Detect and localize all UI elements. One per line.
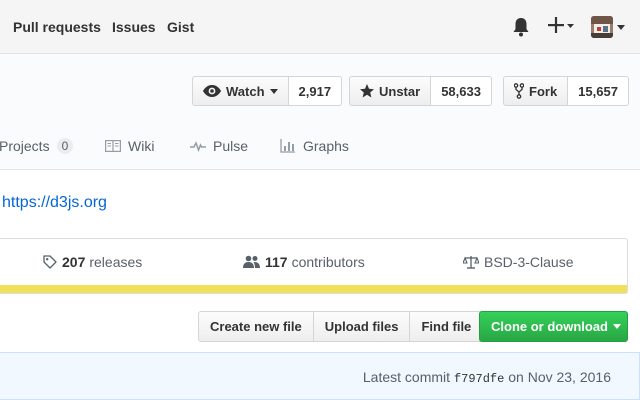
book-icon — [105, 140, 121, 152]
clone-label: Clone or download — [491, 319, 608, 334]
contributors-label: contributors — [291, 254, 365, 270]
homepage-link[interactable]: https://d3js.org — [2, 194, 107, 212]
eye-icon — [203, 85, 221, 97]
pulse-icon — [190, 141, 206, 152]
license-link[interactable]: BSD-3-Clause — [463, 254, 573, 270]
upload-files-button[interactable]: Upload files — [312, 311, 411, 342]
tab-graphs-label: Graphs — [303, 138, 349, 154]
file-navigation: Create new file Upload files Find file — [198, 311, 484, 342]
language-bar[interactable] — [0, 285, 627, 293]
contributors-count: 117 — [265, 254, 288, 270]
watch-button[interactable]: Watch — [192, 76, 289, 106]
releases-label: releases — [89, 254, 143, 270]
nav-issues[interactable]: Issues — [112, 19, 156, 35]
top-header: Pull requests Issues Gist — [0, 0, 640, 54]
releases-count: 207 — [62, 254, 86, 270]
fork-icon — [514, 83, 524, 99]
fork-group: Fork 15,657 — [503, 76, 629, 106]
repository-header: Watch 2,917 Unstar 58,633 Fork 15,657 Pr… — [0, 54, 640, 170]
find-file-button[interactable]: Find file — [409, 311, 484, 342]
nav-pull-requests[interactable]: Pull requests — [13, 19, 101, 35]
notifications-bell-icon[interactable] — [512, 17, 530, 37]
stargazers-count[interactable]: 58,633 — [431, 76, 492, 106]
commit-sha-link[interactable]: f797dfe — [454, 372, 504, 386]
caret-down-icon — [613, 324, 621, 329]
unstar-label: Unstar — [379, 83, 421, 99]
tab-wiki-label: Wiki — [128, 138, 155, 154]
star-icon — [360, 84, 374, 98]
caret-down-icon — [269, 88, 278, 94]
avatar — [591, 16, 613, 38]
user-menu-dropdown[interactable] — [591, 16, 627, 38]
star-group: Unstar 58,633 — [349, 76, 492, 106]
tag-icon — [43, 255, 57, 269]
clone-or-download-button[interactable]: Clone or download — [479, 311, 628, 342]
tab-wiki[interactable]: Wiki — [105, 138, 154, 154]
nav-gist[interactable]: Gist — [167, 19, 194, 35]
tab-pulse-label: Pulse — [213, 138, 249, 154]
fork-label: Fork — [529, 83, 558, 99]
fork-button[interactable]: Fork — [503, 76, 569, 106]
create-new-file-button[interactable]: Create new file — [198, 311, 314, 342]
license-label: BSD-3-Clause — [484, 254, 574, 270]
watchers-count[interactable]: 2,917 — [288, 76, 343, 106]
unstar-button[interactable]: Unstar — [349, 76, 432, 106]
latest-commit: Latest commit f797dfe on Nov 23, 2016 — [363, 369, 611, 386]
tab-projects[interactable]: Projects 0 — [0, 138, 74, 154]
commit-on-label: on — [508, 369, 524, 385]
contributors-link[interactable]: 117 contributors — [243, 254, 365, 270]
commit-date: Nov 23, 2016 — [527, 369, 611, 385]
people-icon — [243, 255, 260, 268]
tab-graphs[interactable]: Graphs — [280, 138, 349, 154]
forks-count[interactable]: 15,657 — [568, 76, 629, 106]
law-icon — [463, 256, 479, 269]
projects-count-badge: 0 — [56, 138, 74, 154]
releases-link[interactable]: 207 releases — [43, 254, 142, 270]
watch-label: Watch — [226, 83, 265, 99]
tab-pulse[interactable]: Pulse — [190, 138, 248, 154]
graph-icon — [280, 139, 295, 153]
latest-commit-label: Latest commit — [362, 369, 451, 385]
create-new-dropdown[interactable] — [547, 14, 577, 38]
tab-projects-label: Projects — [0, 138, 50, 154]
watch-group: Watch 2,917 — [192, 76, 343, 106]
numbers-summary: 207 releases 117 contributors BSD-3-Clau… — [0, 238, 628, 294]
commit-tease: Latest commit f797dfe on Nov 23, 2016 — [0, 352, 640, 400]
